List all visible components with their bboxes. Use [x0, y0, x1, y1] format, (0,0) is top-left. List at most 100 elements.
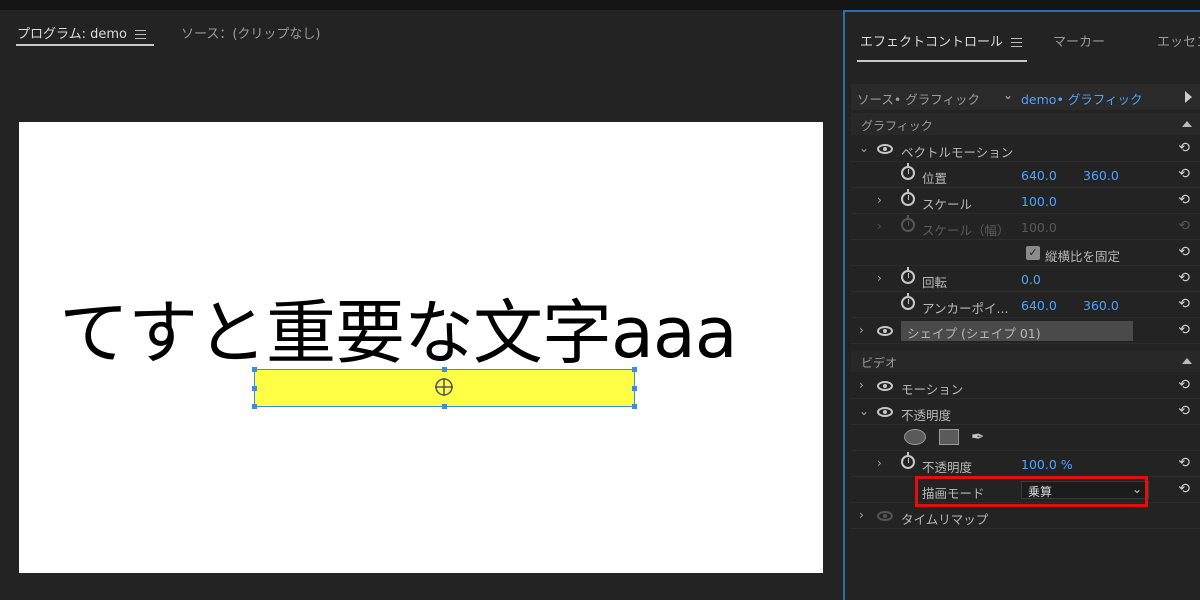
chevron-down-icon[interactable]: ⌄: [1003, 88, 1013, 102]
opacity-group-label: 不透明度: [901, 408, 952, 423]
row-opacity-group: ⌄ 不透明度 ⟲: [851, 399, 1200, 425]
program-tab-bar: プログラム: demo ソース：(クリップなし): [0, 10, 843, 50]
scale-label: スケール: [922, 197, 973, 212]
position-label: 位置: [922, 171, 948, 186]
row-scale-width: › スケール（幅） 100.0 ⟲: [851, 214, 1200, 240]
scale-value[interactable]: 100.0: [1021, 194, 1057, 209]
position-y-value[interactable]: 360.0: [1083, 168, 1119, 183]
eye-icon[interactable]: [877, 381, 893, 391]
eye-icon[interactable]: [877, 407, 893, 417]
stopwatch-icon[interactable]: [901, 267, 915, 284]
canvas-text[interactable]: てすと重要な文字aaa: [59, 298, 738, 368]
anchor-label: アンカーポイ...: [922, 301, 1009, 316]
pen-mask-icon[interactable]: ✒: [971, 427, 984, 446]
clip-label[interactable]: demo• グラフィック: [1021, 89, 1143, 108]
chevron-right-icon[interactable]: ›: [877, 456, 882, 470]
rotation-label: 回転: [922, 275, 948, 290]
row-uniform-scale: ✓ 縦横比を固定 ⟲: [851, 240, 1200, 266]
row-position: 位置 640.0 360.0 ⟲: [851, 162, 1200, 188]
row-mask-tools: ✒: [851, 425, 1200, 451]
row-rotation: › 回転 0.0 ⟲: [851, 266, 1200, 292]
reset-icon[interactable]: ⟲: [1178, 377, 1190, 393]
eye-icon[interactable]: [877, 144, 893, 154]
resize-handle-l[interactable]: [252, 386, 257, 391]
shape-name-field[interactable]: シェイプ (シェイプ 01): [901, 321, 1133, 341]
chevron-down-icon[interactable]: ⌄: [859, 404, 869, 418]
opacity-label: 不透明度: [922, 460, 973, 475]
reset-icon[interactable]: ⟲: [1178, 270, 1190, 286]
chevron-right-icon: ›: [877, 219, 882, 233]
stopwatch-icon[interactable]: [901, 189, 915, 206]
chevron-right-icon[interactable]: ›: [859, 378, 864, 392]
ellipse-mask-icon[interactable]: [904, 429, 926, 445]
reset-icon[interactable]: ⟲: [1178, 481, 1190, 497]
collapse-up-icon[interactable]: [1182, 121, 1192, 127]
section-video[interactable]: ビデオ: [851, 350, 1200, 372]
resize-handle-b[interactable]: [442, 404, 447, 409]
window-top-strip: [0, 0, 1200, 10]
reset-icon[interactable]: ⟲: [1178, 244, 1190, 260]
rotation-value[interactable]: 0.0: [1021, 272, 1041, 287]
collapse-up-icon[interactable]: [1182, 358, 1192, 364]
tab-essential[interactable]: エッセン: [1157, 31, 1200, 50]
hamburger-menu-icon[interactable]: [135, 30, 146, 39]
checkbox-checked-icon[interactable]: ✓: [1026, 246, 1040, 260]
resize-handle-t[interactable]: [442, 367, 447, 372]
reset-icon[interactable]: ⟲: [1178, 296, 1190, 312]
vector-motion-label: ベクトルモーション: [901, 145, 1014, 160]
row-vector-motion: ⌄ ベクトルモーション ⟲: [851, 136, 1200, 162]
row-scale: › スケール 100.0 ⟲: [851, 188, 1200, 214]
stopwatch-icon[interactable]: [901, 452, 915, 469]
blend-mode-emphasis-box: [915, 476, 1148, 507]
tab-effect-controls[interactable]: エフェクトコントロール: [860, 31, 1023, 50]
active-tab-underline: [857, 60, 1027, 62]
uniform-scale-label: 縦横比を固定: [1045, 249, 1121, 264]
rectangle-mask-icon[interactable]: [939, 429, 959, 445]
resize-handle-tr[interactable]: [632, 367, 637, 372]
chevron-right-icon[interactable]: ›: [877, 193, 882, 207]
time-remap-label: タイムリマップ: [901, 512, 989, 527]
anchor-x-value[interactable]: 640.0: [1021, 298, 1057, 313]
reset-icon[interactable]: ⟲: [1178, 322, 1190, 338]
program-canvas[interactable]: てすと重要な文字aaa: [19, 122, 823, 573]
eye-icon[interactable]: [877, 511, 893, 521]
chevron-down-icon[interactable]: ⌄: [859, 141, 869, 155]
reset-icon[interactable]: ⟲: [1178, 192, 1190, 208]
chevron-right-icon[interactable]: ›: [877, 271, 882, 285]
scale-width-value: 100.0: [1021, 220, 1057, 235]
position-x-value[interactable]: 640.0: [1021, 168, 1057, 183]
stopwatch-icon: [901, 215, 915, 232]
reset-icon: ⟲: [1178, 218, 1190, 234]
source-label[interactable]: ソース• グラフィック: [857, 89, 980, 108]
active-tab-underline: [16, 44, 154, 46]
resize-handle-r[interactable]: [632, 386, 637, 391]
reset-icon[interactable]: ⟲: [1178, 455, 1190, 471]
reset-icon[interactable]: ⟲: [1178, 166, 1190, 182]
chevron-right-icon[interactable]: ›: [859, 323, 864, 337]
eye-icon[interactable]: [877, 326, 893, 336]
resize-handle-tl[interactable]: [252, 367, 257, 372]
reset-icon[interactable]: ⟲: [1178, 140, 1190, 156]
stopwatch-icon[interactable]: [901, 293, 915, 310]
effect-controls-panel: エフェクトコントロール マーカー エッセン ソース• グラフィック ⌄ demo…: [843, 10, 1200, 600]
section-graphic[interactable]: グラフィック: [851, 113, 1200, 135]
section-video-label: ビデオ: [861, 356, 898, 370]
tab-program[interactable]: プログラム: demo: [17, 23, 146, 42]
row-opacity: › 不透明度 100.0 % ⟲: [851, 451, 1200, 477]
resize-handle-br[interactable]: [632, 404, 637, 409]
chevron-right-icon[interactable]: ›: [859, 508, 864, 522]
anchor-crosshair-icon[interactable]: [434, 377, 454, 397]
play-triangle-icon[interactable]: [1185, 91, 1192, 103]
motion-label: モーション: [901, 382, 964, 397]
stopwatch-icon[interactable]: [901, 163, 915, 180]
tab-program-label: プログラム: demo: [17, 27, 127, 42]
reset-icon[interactable]: ⟲: [1178, 403, 1190, 419]
resize-handle-bl[interactable]: [252, 404, 257, 409]
row-anchor-point: アンカーポイ... 640.0 360.0 ⟲: [851, 292, 1200, 318]
hamburger-menu-icon[interactable]: [1011, 38, 1023, 47]
anchor-y-value[interactable]: 360.0: [1083, 298, 1119, 313]
opacity-value[interactable]: 100.0 %: [1021, 457, 1073, 472]
tab-marker[interactable]: マーカー: [1053, 31, 1105, 50]
shape-label: シェイプ (シェイプ 01): [907, 326, 1041, 341]
tab-source[interactable]: ソース：(クリップなし): [181, 23, 321, 42]
